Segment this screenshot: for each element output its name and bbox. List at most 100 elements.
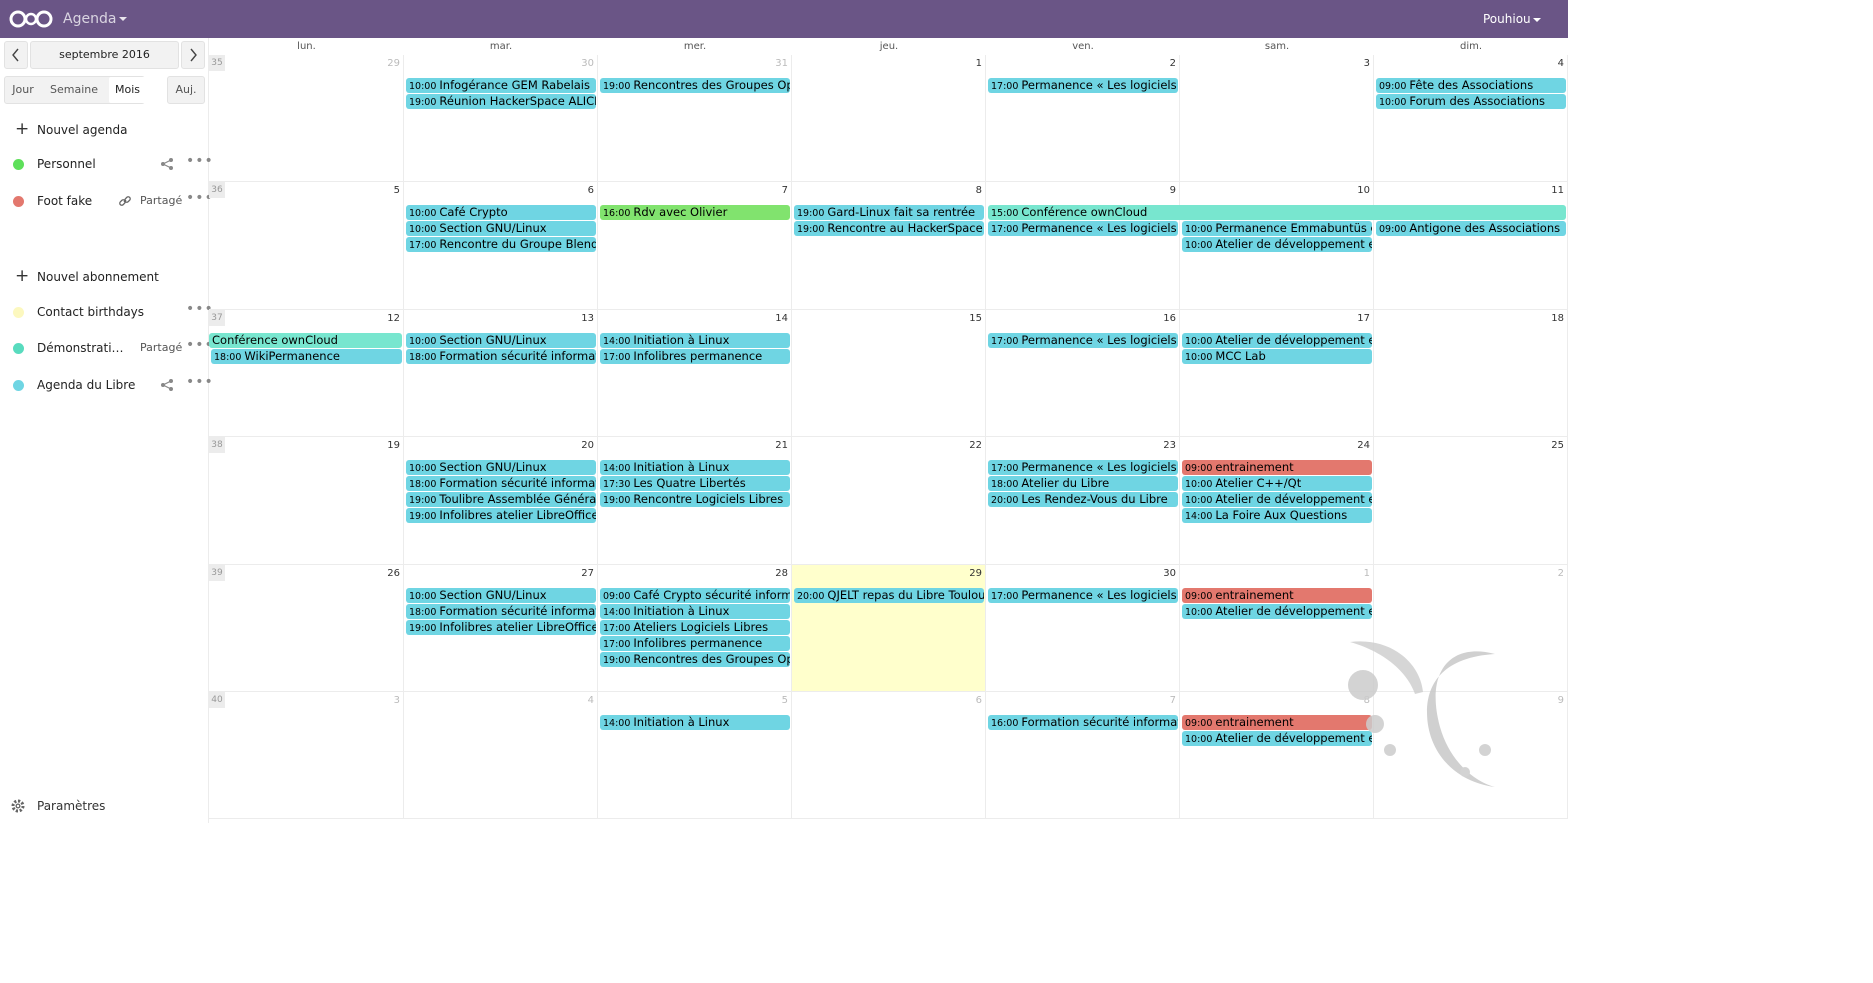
day-number[interactable]: 23 xyxy=(1163,440,1176,451)
day-number[interactable]: 3 xyxy=(1364,58,1370,69)
day-cell[interactable]: 36 5 xyxy=(209,182,404,310)
calendar-event[interactable]: 10:00 Section GNU/Linux xyxy=(406,460,596,476)
day-number[interactable]: 1 xyxy=(1364,568,1370,579)
calendar-event[interactable]: 10:00 Section GNU/Linux xyxy=(406,332,596,348)
user-menu[interactable]: Pouhiou xyxy=(1483,12,1531,26)
next-month-button[interactable] xyxy=(181,41,205,69)
calendar-event[interactable]: 19:00 Rencontre Logiciels Libres xyxy=(600,492,790,508)
day-number[interactable]: 27 xyxy=(581,568,594,579)
day-number[interactable]: 4 xyxy=(588,695,594,706)
calendar-event[interactable]: 18:00 Atelier du Libre xyxy=(988,476,1178,492)
day-number[interactable]: 22 xyxy=(969,440,982,451)
link-icon[interactable] xyxy=(118,194,132,208)
day-cell[interactable]: 7 xyxy=(986,692,1180,820)
day-number[interactable]: 25 xyxy=(1551,440,1564,451)
day-cell[interactable]: 16 xyxy=(986,309,1180,438)
day-cell[interactable]: 31 xyxy=(598,55,792,183)
day-cell[interactable]: 15 xyxy=(792,309,986,438)
day-number[interactable]: 16 xyxy=(1163,313,1176,324)
new-calendar-button[interactable]: + Nouvel agenda xyxy=(0,116,208,144)
day-cell[interactable]: 17 xyxy=(1180,309,1374,438)
day-cell[interactable]: 9 xyxy=(986,182,1180,310)
day-number[interactable]: 3 xyxy=(394,695,400,706)
calendar-event[interactable]: 19:00 Toulibre Assemblée Générale xyxy=(406,492,596,508)
day-number[interactable]: 5 xyxy=(782,695,788,706)
day-cell[interactable]: 37 12 xyxy=(209,309,404,438)
day-number[interactable]: 21 xyxy=(775,440,788,451)
app-title[interactable]: Agenda xyxy=(63,11,116,27)
day-cell[interactable]: 6 xyxy=(792,692,986,820)
calendar-event[interactable]: 10:00 Café Crypto xyxy=(406,205,596,221)
day-cell[interactable]: 38 19 xyxy=(209,437,404,565)
day-cell[interactable]: 22 xyxy=(792,437,986,565)
calendar-event[interactable]: 14:00 La Foire Aux Questions xyxy=(1182,508,1372,524)
day-cell[interactable]: 35 29 xyxy=(209,55,404,183)
calendar-color-dot[interactable] xyxy=(13,159,24,170)
subscription-item-agenda-du-libre[interactable]: Agenda du Libre ••• xyxy=(0,371,213,399)
day-number[interactable]: 13 xyxy=(581,313,594,324)
calendar-event[interactable]: 17:00Permanence « Les logiciels libres xyxy=(988,460,1178,476)
calendar-event[interactable]: 10:00 Atelier de développement et xyxy=(1182,237,1372,253)
day-number[interactable]: 4 xyxy=(1558,58,1564,69)
calendar-event[interactable]: 14:00 Initiation à Linux xyxy=(600,460,790,476)
new-subscription-button[interactable]: + Nouvel abonnement xyxy=(0,263,208,291)
view-month-button[interactable]: Mois xyxy=(109,77,146,103)
calendar-event[interactable]: 10:00 Section GNU/Linux xyxy=(406,587,596,603)
calendar-event[interactable]: Conférence ownCloud xyxy=(209,332,402,348)
calendar-event[interactable]: 17:00Permanence « Les logiciels libres xyxy=(988,78,1178,93)
today-button[interactable]: Auj. xyxy=(167,76,205,104)
day-number[interactable]: 1 xyxy=(976,58,982,69)
day-number[interactable]: 26 xyxy=(387,568,400,579)
subscription-item-birthdays[interactable]: Contact birthdays ••• xyxy=(0,298,213,326)
day-cell[interactable]: 8 xyxy=(792,182,986,310)
share-icon[interactable] xyxy=(160,378,174,392)
calendar-event[interactable]: 10:00 Atelier de développement et xyxy=(1182,332,1372,348)
day-number[interactable]: 31 xyxy=(775,58,788,69)
day-cell[interactable]: 39 26 xyxy=(209,564,404,692)
day-number[interactable]: 14 xyxy=(775,313,788,324)
nextcloud-logo-icon[interactable] xyxy=(8,9,54,29)
day-number[interactable]: 24 xyxy=(1357,440,1370,451)
calendar-event[interactable]: 14:00 Initiation à Linux xyxy=(600,603,790,619)
share-icon[interactable] xyxy=(160,157,174,171)
day-cell[interactable]: 13 xyxy=(404,309,598,438)
calendar-event[interactable]: 09:00Café Crypto sécurité informatique xyxy=(600,587,790,603)
day-number[interactable]: 19 xyxy=(387,440,400,451)
calendar-event[interactable]: 10:00 Permanence Emmabuntüs et xyxy=(1182,221,1372,237)
calendar-event[interactable]: 19:00 Rencontre au HackerSpace xyxy=(794,221,984,237)
day-number[interactable]: 7 xyxy=(1170,695,1176,706)
calendar-event[interactable]: 10:00 Forum des Associations xyxy=(1376,94,1566,109)
calendar-event[interactable]: 18:00Formation sécurité informatique xyxy=(406,476,596,492)
calendar-color-dot[interactable] xyxy=(13,196,24,207)
day-number[interactable]: 11 xyxy=(1551,185,1564,196)
calendar-event[interactable]: 18:00 WikiPermanence xyxy=(211,348,402,364)
day-cell[interactable]: 5 xyxy=(598,692,792,820)
calendar-event[interactable]: 17:00 Infolibres permanence xyxy=(600,348,790,364)
calendar-event[interactable]: 09:00 Fête des Associations xyxy=(1376,78,1566,93)
day-cell[interactable]: 30 xyxy=(404,55,598,183)
calendar-event[interactable]: 19:00 Réunion HackerSpace ALICEL xyxy=(406,94,596,109)
calendar-event[interactable]: 16:00Formation sécurité informatique xyxy=(988,715,1178,730)
day-cell[interactable]: 25 xyxy=(1374,437,1568,565)
day-cell[interactable]: 3 xyxy=(1180,55,1374,183)
calendar-event[interactable]: 14:00 Initiation à Linux xyxy=(600,715,790,730)
day-number[interactable]: 10 xyxy=(1357,185,1370,196)
day-number[interactable]: 18 xyxy=(1551,313,1564,324)
day-cell[interactable]: 29 xyxy=(792,564,986,692)
day-number[interactable]: 2 xyxy=(1558,568,1564,579)
day-cell[interactable]: 40 3 xyxy=(209,692,404,820)
calendar-color-dot[interactable] xyxy=(13,343,24,354)
calendar-event[interactable]: 19:00Infolibres atelier LibreOffice Calc xyxy=(406,508,596,524)
view-week-button[interactable]: Semaine xyxy=(43,77,105,103)
calendar-event[interactable]: 19:00 Gard-Linux fait sa rentrée xyxy=(794,205,984,221)
day-number[interactable]: 8 xyxy=(976,185,982,196)
calendar-event[interactable]: 17:00 Rencontre du Groupe Blender xyxy=(406,237,596,253)
day-cell[interactable]: 7 xyxy=(598,182,792,310)
calendar-item-foot-fake[interactable]: Foot fake Partagé ••• xyxy=(0,187,213,215)
calendar-color-dot[interactable] xyxy=(13,307,24,318)
calendar-event[interactable]: 10:00 Atelier de développement et xyxy=(1182,492,1372,508)
calendar-event[interactable]: 17:00Permanence « Les logiciels libres xyxy=(988,332,1178,348)
day-number[interactable]: 30 xyxy=(1163,568,1176,579)
previous-month-button[interactable] xyxy=(4,41,28,69)
calendar-event[interactable]: 10:00 MCC Lab xyxy=(1182,348,1372,364)
